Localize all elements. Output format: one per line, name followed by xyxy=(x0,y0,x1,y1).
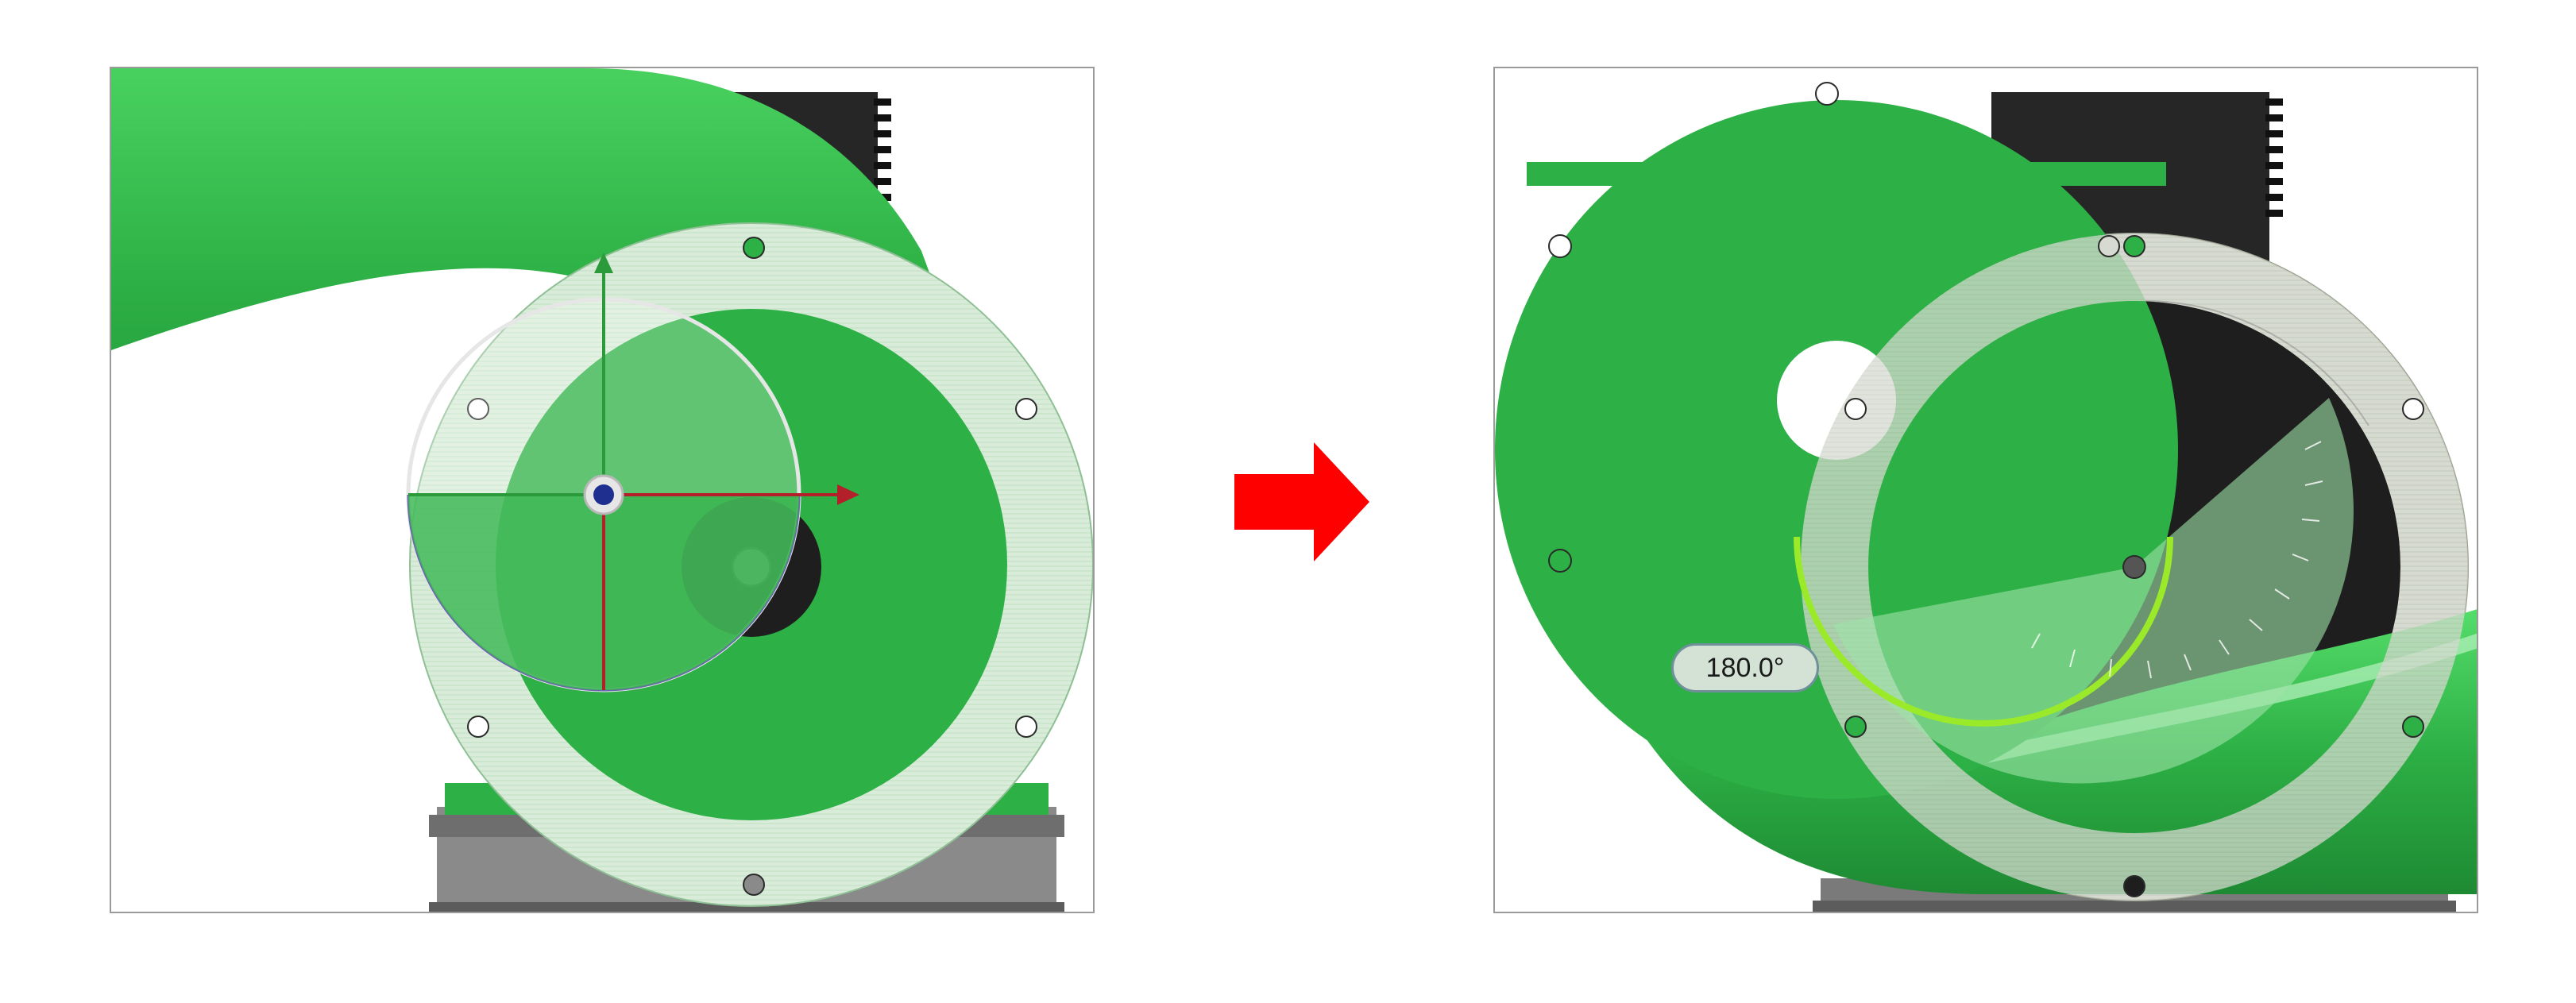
before-rotation-view xyxy=(110,67,1095,913)
cad-viewport-right xyxy=(1495,82,2477,912)
after-rotation-view xyxy=(1493,67,2478,913)
angle-value: 180.0° xyxy=(1705,652,1785,683)
cad-viewport-left xyxy=(111,68,1093,912)
rotation-angle-readout: 180.0° xyxy=(1671,643,1819,692)
right-arrow-icon xyxy=(1234,442,1369,561)
